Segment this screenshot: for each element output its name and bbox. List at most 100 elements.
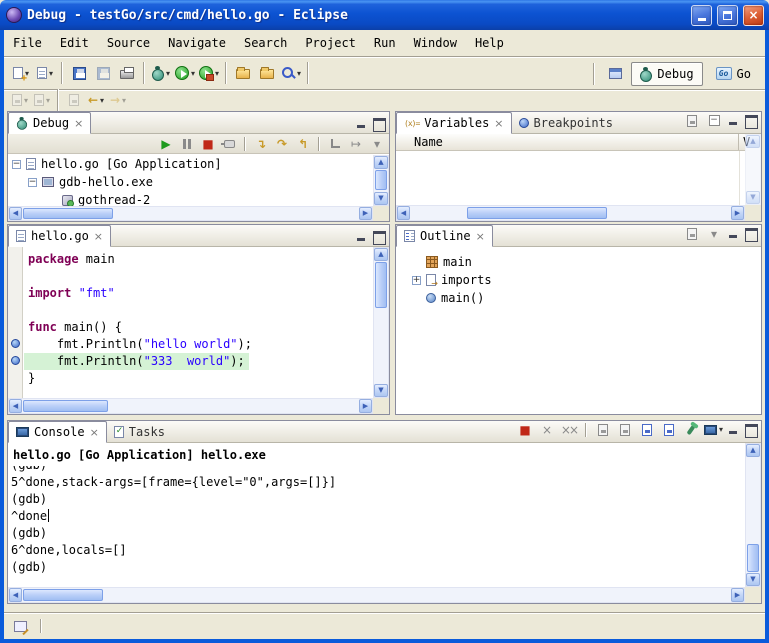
menu-edit[interactable]: Edit — [51, 30, 98, 56]
code-line[interactable]: fmt.Println("333 world"); — [24, 353, 373, 370]
outline-tree[interactable]: main + imports main() — [396, 247, 761, 414]
tab-outline[interactable]: Outline × — [396, 225, 493, 247]
tab-console[interactable]: Console × — [8, 421, 107, 443]
menu-search[interactable]: Search — [235, 30, 296, 56]
drop-to-frame-button[interactable] — [326, 135, 344, 152]
open-resource-button[interactable] — [255, 61, 279, 85]
show-stdout-button[interactable] — [638, 421, 656, 438]
link-with-editor-button[interactable] — [683, 225, 701, 242]
step-into-icon[interactable]: ↴ — [252, 135, 270, 152]
dropdown-icon[interactable]: ▾ — [719, 425, 723, 434]
step-filters-icon[interactable]: ↦ — [347, 135, 365, 152]
code-line[interactable]: fmt.Println("hello world"); — [24, 336, 373, 353]
variables-horizontal-scrollbar[interactable]: ◀ ▶ — [396, 205, 745, 221]
debug-launch-button[interactable]: ▾ — [149, 61, 173, 85]
code-line[interactable]: package main — [24, 251, 373, 268]
scroll-lock-button[interactable] — [616, 421, 634, 438]
run-launch-button[interactable]: ▾ — [173, 61, 197, 85]
editor-tab-close-icon[interactable]: × — [94, 231, 103, 242]
menu-project[interactable]: Project — [296, 30, 365, 56]
minimize-view-icon[interactable] — [355, 118, 368, 129]
terminate-icon[interactable]: ■ — [199, 135, 217, 152]
collapse-expander-icon[interactable]: − — [12, 160, 21, 169]
scroll-down-icon[interactable]: ▼ — [374, 192, 388, 205]
save-all-button[interactable] — [91, 61, 115, 85]
new-wizard-button[interactable]: ▾ — [9, 61, 33, 85]
disconnect-button[interactable] — [220, 135, 238, 152]
code-line[interactable]: func main() { — [24, 319, 373, 336]
step-return-icon[interactable]: ↰ — [294, 135, 312, 152]
scrollbar-thumb[interactable] — [375, 262, 387, 308]
minimize-view-icon[interactable] — [727, 115, 740, 126]
show-logical-structure-button[interactable] — [683, 112, 701, 129]
last-edit-location-button[interactable] — [63, 91, 85, 110]
dropdown-icon[interactable]: ▾ — [191, 69, 195, 78]
clear-console-button[interactable] — [594, 421, 612, 438]
console-tab-close-icon[interactable]: × — [90, 427, 99, 438]
perspective-go-button[interactable]: Go — [707, 62, 760, 86]
scroll-left-icon[interactable]: ◀ — [9, 399, 22, 413]
scroll-down-icon[interactable]: ▼ — [746, 191, 760, 204]
scroll-down-icon[interactable]: ▼ — [374, 384, 388, 397]
scroll-up-icon[interactable]: ▲ — [746, 444, 760, 457]
debug-tree-item[interactable]: gothread-2 — [8, 191, 373, 206]
scroll-up-icon[interactable]: ▲ — [374, 156, 388, 169]
editor-marker-ruler[interactable] — [8, 247, 23, 398]
debug-tab-close-icon[interactable]: × — [74, 118, 83, 129]
menu-file[interactable]: File — [4, 30, 51, 56]
print-button[interactable] — [115, 61, 139, 85]
menu-source[interactable]: Source — [98, 30, 159, 56]
forward-button[interactable]: →▾ — [107, 91, 129, 110]
outline-item-imports[interactable]: + imports — [408, 271, 761, 289]
editor-horizontal-scrollbar[interactable]: ◀ ▶ — [8, 398, 373, 414]
remove-launch-icon[interactable]: × — [538, 421, 556, 438]
dropdown-icon[interactable]: ▾ — [100, 96, 104, 105]
debug-tree-item[interactable]: − gdb-hello.exe — [8, 173, 373, 191]
outline-item-main-func[interactable]: main() — [408, 289, 761, 307]
external-tools-button[interactable]: ▾ — [197, 61, 221, 85]
scroll-up-icon[interactable]: ▲ — [746, 135, 760, 148]
scroll-down-icon[interactable]: ▼ — [746, 573, 760, 586]
debug-tree[interactable]: − hello.go [Go Application] − gdb-hello.… — [8, 155, 373, 206]
console-horizontal-scrollbar[interactable]: ◀ ▶ — [8, 587, 745, 603]
perspective-debug-button[interactable]: Debug — [631, 62, 702, 86]
dropdown-icon[interactable]: ▾ — [297, 69, 301, 78]
show-stderr-button[interactable] — [660, 421, 678, 438]
scroll-right-icon[interactable]: ▶ — [359, 207, 372, 220]
scrollbar-thumb[interactable] — [23, 400, 108, 412]
outline-item-main[interactable]: main — [408, 253, 761, 271]
previous-annotation-button[interactable]: ▾ — [31, 91, 53, 110]
maximize-view-icon[interactable] — [744, 115, 757, 126]
next-annotation-button[interactable]: ▾ — [9, 91, 31, 110]
variables-vertical-scrollbar[interactable]: ▲ ▼ — [745, 134, 761, 205]
code-line[interactable] — [24, 268, 373, 285]
view-menu-icon[interactable]: ▾ — [705, 225, 723, 242]
tab-variables[interactable]: Variables × — [396, 112, 512, 134]
minimize-button[interactable] — [691, 5, 712, 26]
maximize-view-icon[interactable] — [372, 231, 385, 242]
maximize-view-icon[interactable] — [744, 424, 757, 435]
console-output[interactable]: (gdb)5^done,stack-args=[frame={level="0"… — [11, 466, 743, 586]
breakpoint-icon[interactable] — [11, 339, 20, 348]
scrollbar-thumb[interactable] — [23, 208, 113, 219]
minimize-view-icon[interactable] — [727, 228, 740, 239]
menu-help[interactable]: Help — [466, 30, 513, 56]
new-menu-button[interactable]: ▾ — [33, 61, 57, 85]
save-button[interactable] — [67, 61, 91, 85]
editor-vertical-scrollbar[interactable]: ▲ ▼ — [373, 247, 389, 398]
pin-console-button[interactable] — [682, 421, 700, 438]
back-button[interactable]: ←▾ — [85, 91, 107, 110]
open-perspective-button[interactable] — [603, 62, 627, 86]
menu-window[interactable]: Window — [405, 30, 466, 56]
code-line[interactable]: import "fmt" — [24, 285, 373, 302]
close-button[interactable]: × — [743, 5, 764, 26]
debug-tree-item[interactable]: − hello.go [Go Application] — [8, 155, 373, 173]
scroll-up-icon[interactable]: ▲ — [374, 248, 388, 261]
dropdown-icon[interactable]: ▾ — [215, 69, 219, 78]
scrollbar-thumb[interactable] — [467, 207, 607, 219]
resume-icon[interactable]: ▶ — [157, 135, 175, 152]
name-column-header[interactable]: Name — [396, 135, 443, 149]
variables-table[interactable] — [396, 151, 745, 205]
console-vertical-scrollbar[interactable]: ▲ ▼ — [745, 443, 761, 587]
scroll-left-icon[interactable]: ◀ — [9, 588, 22, 602]
